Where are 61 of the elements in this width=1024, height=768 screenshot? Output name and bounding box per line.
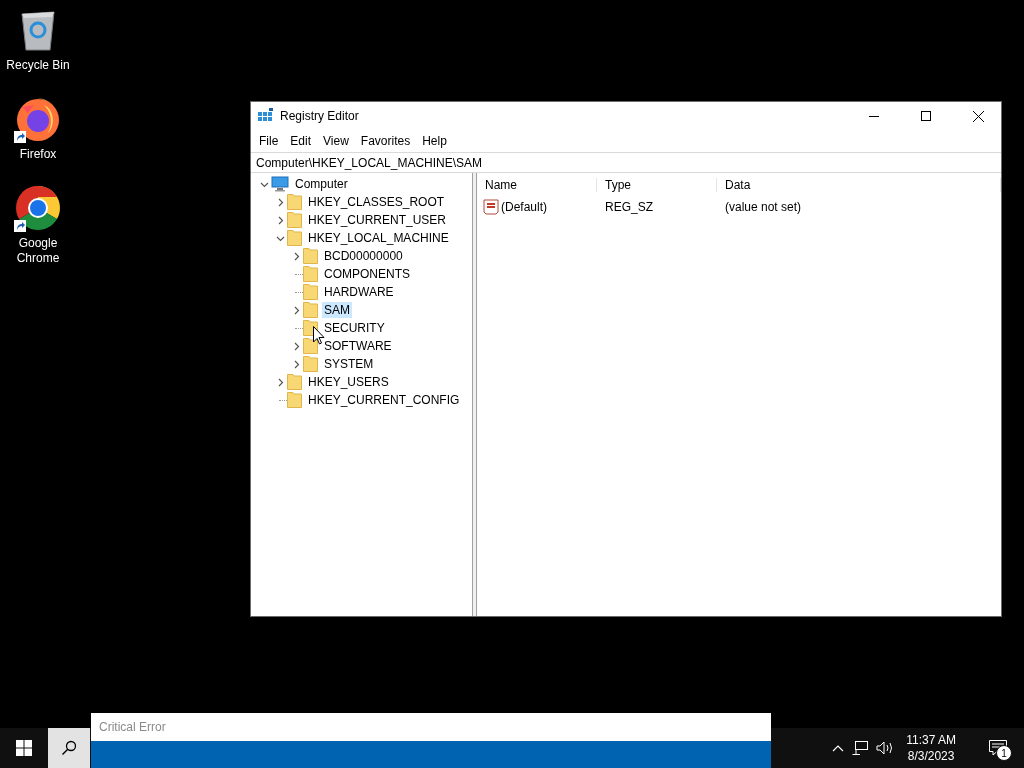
folder-icon [287,212,302,228]
value-data: (value not set) [724,200,803,214]
folder-icon [303,284,318,300]
column-header[interactable]: Name [477,178,597,192]
tree-item[interactable]: SYSTEM [322,356,376,372]
clock-time[interactable]: 11:37 AM [906,732,956,748]
registry-editor-icon [258,108,274,124]
menu-item[interactable]: Help [416,134,453,148]
search-field[interactable]: Critical Error [91,713,771,741]
search-button[interactable] [48,728,90,768]
maximize-icon [921,111,931,121]
tree-item[interactable]: HKEY_CLASSES_ROOT [306,194,447,210]
menu-item[interactable]: File [253,134,285,148]
tree-item[interactable]: SOFTWARE [322,338,394,354]
folder-icon [303,338,318,354]
tree-item[interactable]: Computer [293,176,350,192]
tree-item[interactable]: SAM [322,302,352,318]
menu-item[interactable]: Favorites [354,134,417,148]
column-header[interactable]: Data [717,178,1001,192]
value-name[interactable]: (Default) [501,200,547,214]
search-icon [61,740,77,756]
tree-item[interactable]: HKEY_LOCAL_MACHINE [306,230,451,246]
window-title: Registry Editor [280,109,360,123]
desktop-icon-label[interactable]: Google Chrome [0,236,76,266]
value-type: REG_SZ [604,200,654,214]
menu-item[interactable]: View [317,134,355,148]
tree-item[interactable]: BCD00000000 [322,248,405,264]
tree-item[interactable]: SECURITY [322,320,387,336]
folder-icon [303,266,318,282]
address-bar[interactable]: Computer\HKEY_LOCAL_MACHINE\SAM [251,152,1001,173]
message-icon [989,740,1007,756]
tree-item[interactable]: HKEY_USERS [306,374,391,390]
folder-icon [303,356,318,372]
tree-item[interactable]: COMPONENTS [322,266,412,282]
menu-item[interactable]: Edit [284,134,318,148]
tree-item[interactable]: HARDWARE [322,284,396,300]
computer-icon [271,176,289,192]
close-icon [972,110,984,122]
folder-icon [287,194,302,210]
windows-logo-icon [16,740,32,756]
network-icon[interactable] [852,741,869,755]
tree-item[interactable]: HKEY_CURRENT_USER [306,212,449,228]
desktop-icon-label[interactable]: Firefox [19,147,57,162]
folder-icon [287,374,302,390]
minimize-icon [869,115,879,117]
folder-icon [287,230,302,246]
tree-item[interactable]: HKEY_CURRENT_CONFIG [306,392,462,408]
recycle-bin-icon [18,8,58,52]
notifications-button[interactable]: 1 [978,728,1018,768]
folder-icon [303,248,318,264]
folder-icon [287,392,302,408]
desktop-icon-label[interactable]: Recycle Bin [6,58,70,73]
clock-date[interactable]: 8/3/2023 [907,748,955,764]
volume-icon[interactable] [876,741,895,755]
notification-badge: 1 [996,745,1012,761]
chrome-icon [14,184,62,232]
column-header[interactable]: Type [597,178,717,192]
cursor-icon [313,326,325,345]
folder-icon [303,302,318,318]
chevron-up-icon[interactable] [832,744,845,752]
string-value-icon [483,199,499,215]
